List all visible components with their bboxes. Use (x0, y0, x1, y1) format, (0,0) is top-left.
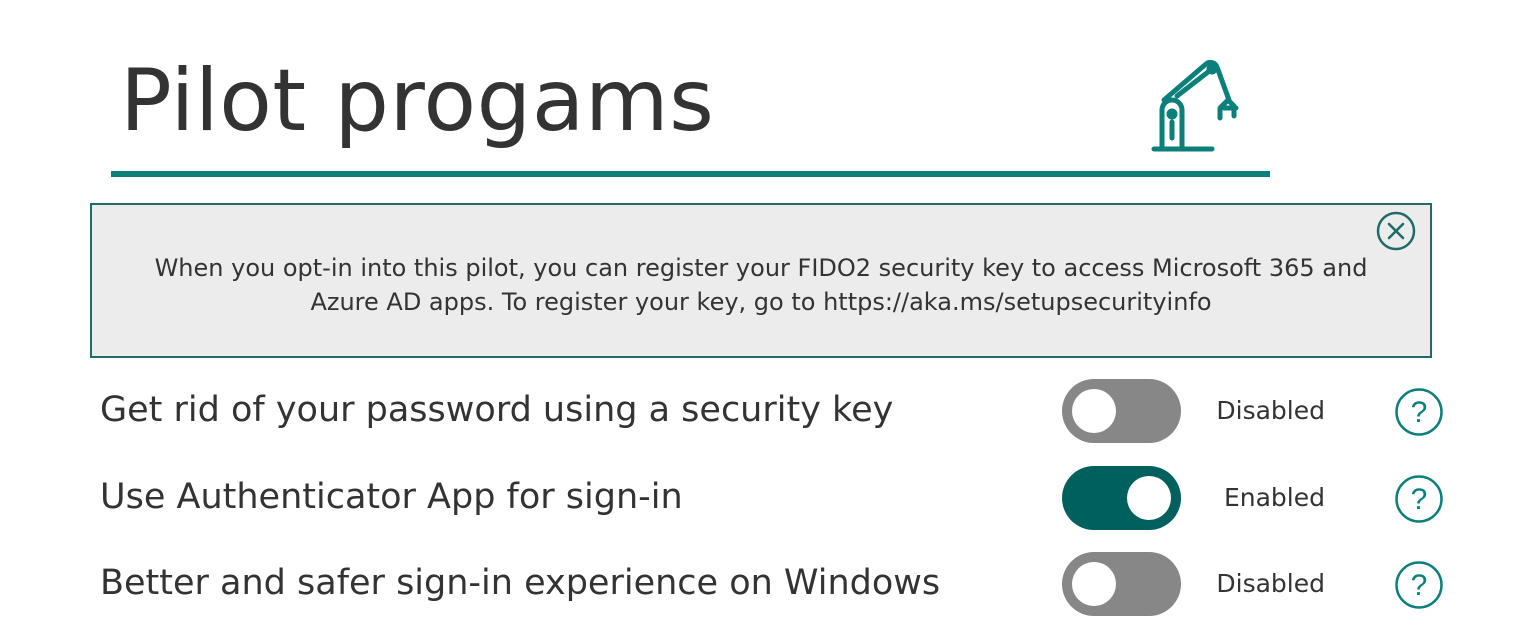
authenticator-toggle[interactable] (1062, 466, 1181, 530)
banner-text-line-1: When you opt-in into this pilot, you can… (154, 254, 1368, 282)
setting-label: Get rid of your password using a securit… (100, 390, 894, 430)
windows-sign-in-toggle[interactable] (1062, 552, 1181, 616)
toggle-knob (1072, 562, 1116, 606)
help-button[interactable]: ? (1394, 474, 1444, 524)
status-text: Disabled (1216, 396, 1325, 425)
svg-text:?: ? (1411, 569, 1428, 602)
help-circle-icon: ? (1395, 475, 1443, 523)
help-circle-icon: ? (1395, 561, 1443, 609)
toggle-knob (1072, 389, 1116, 433)
pilot-programs-page: Pilot progams When you opt-in into this … (0, 0, 1514, 626)
svg-text:?: ? (1411, 396, 1428, 429)
page-title: Pilot progams (120, 51, 715, 151)
help-button[interactable]: ? (1394, 560, 1444, 610)
security-key-toggle[interactable] (1062, 379, 1181, 443)
title-underline (111, 171, 1270, 177)
help-button[interactable]: ? (1394, 387, 1444, 437)
banner-text-line-2: Azure AD apps. To register your key, go … (310, 288, 1212, 316)
close-circle-icon (1376, 211, 1416, 251)
svg-text:?: ? (1411, 483, 1428, 516)
robot-arm-icon (1150, 58, 1248, 156)
status-text: Disabled (1216, 569, 1325, 598)
setting-label: Use Authenticator App for sign-in (100, 477, 683, 517)
setting-row-windows-sign-in: Better and safer sign-in experience on W… (0, 551, 1514, 617)
setting-label: Better and safer sign-in experience on W… (100, 563, 941, 603)
toggle-knob (1127, 476, 1171, 520)
setting-row-authenticator: Use Authenticator App for sign-in Enable… (0, 465, 1514, 531)
help-circle-icon: ? (1395, 388, 1443, 436)
setting-row-security-key: Get rid of your password using a securit… (0, 378, 1514, 444)
close-banner-button[interactable] (1376, 211, 1416, 251)
info-banner: When you opt-in into this pilot, you can… (90, 203, 1432, 358)
status-text: Enabled (1223, 483, 1325, 512)
banner-text: When you opt-in into this pilot, you can… (92, 251, 1430, 319)
